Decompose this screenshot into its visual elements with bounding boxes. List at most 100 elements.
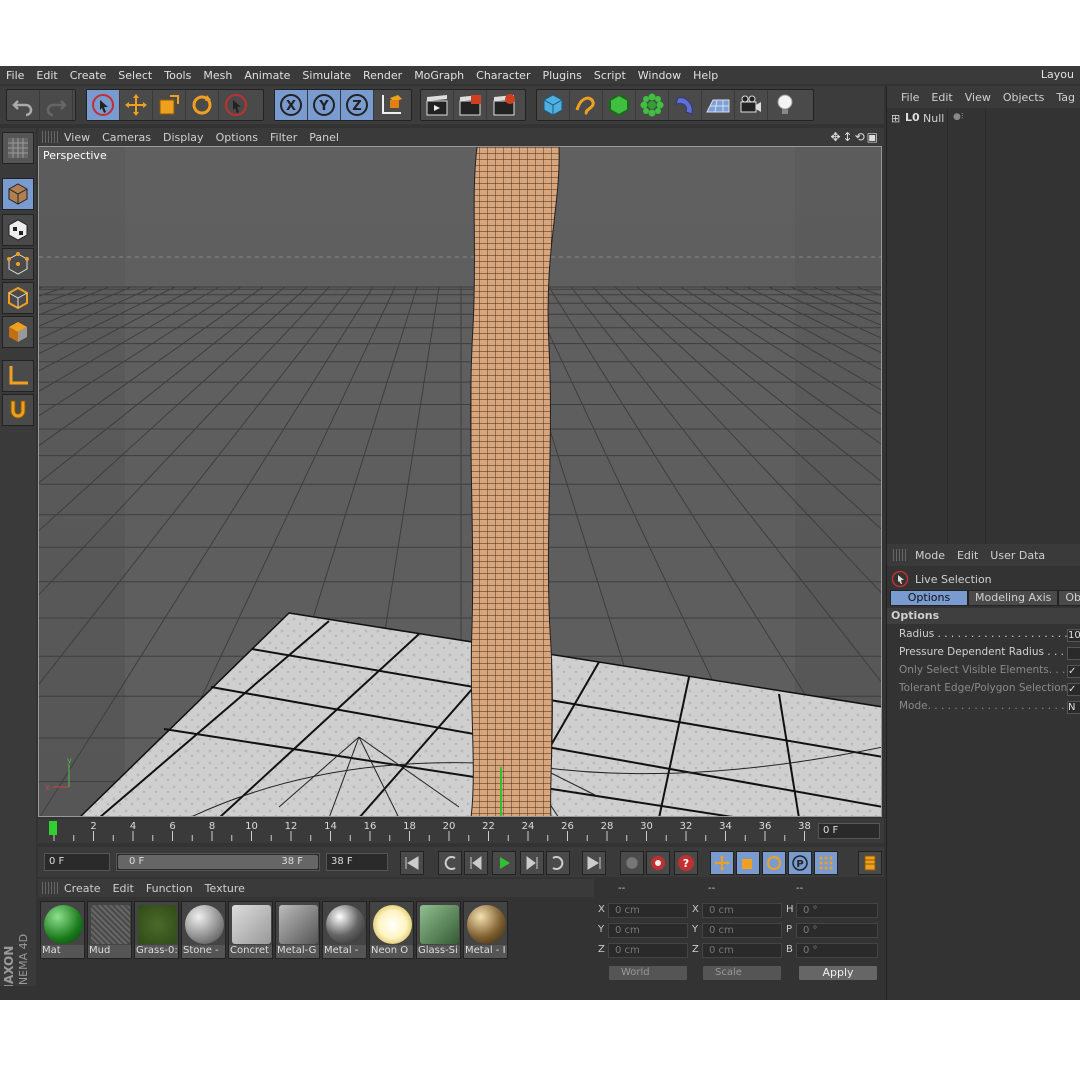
rotation-b-field[interactable]: 0 °	[796, 943, 878, 958]
redo-button[interactable]	[40, 90, 73, 120]
axis-mode-button[interactable]	[2, 360, 34, 392]
nurbs-button[interactable]	[603, 90, 636, 120]
edge-mode-button[interactable]	[2, 282, 34, 314]
menu-script[interactable]: Script	[588, 69, 632, 82]
viewport-menu-options[interactable]: Options	[210, 131, 264, 144]
render-picture-viewer-button[interactable]	[454, 90, 487, 120]
material-swatch[interactable]: Metal - I	[463, 901, 508, 959]
apply-button[interactable]: Apply	[798, 965, 878, 981]
polygon-mode-button[interactable]	[2, 316, 34, 348]
attribute-value[interactable]: ✓	[1067, 665, 1080, 678]
texture-mode-button[interactable]	[2, 214, 34, 246]
x-axis-toggle[interactable]: X	[275, 90, 308, 120]
model-mode-button[interactable]	[2, 178, 34, 210]
light-button[interactable]	[768, 90, 801, 120]
spline-button[interactable]	[570, 90, 603, 120]
tab-options[interactable]: Options	[890, 590, 968, 606]
coordinate-system-toggle[interactable]	[374, 90, 407, 120]
go-to-start-button[interactable]	[400, 851, 424, 875]
material-swatch[interactable]: Mat	[40, 901, 85, 959]
next-frame-button[interactable]	[520, 851, 544, 875]
rotation-p-field[interactable]: 0 °	[796, 923, 878, 938]
move-tool[interactable]	[120, 90, 153, 120]
position-z-field[interactable]: 0 cm	[608, 943, 688, 958]
position-x-field[interactable]: 0 cm	[608, 903, 688, 918]
attribute-menu-user-data[interactable]: User Data	[984, 549, 1051, 562]
timeline-ruler[interactable]: 02468101214161820222426283032343638 0 F	[38, 819, 884, 843]
preview-range-slider[interactable]: 0 F 38 F	[116, 853, 320, 871]
z-axis-toggle[interactable]: Z	[341, 90, 374, 120]
render-settings-button[interactable]	[487, 90, 520, 120]
panel-grip[interactable]	[893, 549, 907, 561]
array-button[interactable]	[636, 90, 669, 120]
panel-grip[interactable]	[42, 131, 58, 143]
record-keys-button[interactable]	[620, 851, 644, 875]
viewport-menu-cameras[interactable]: Cameras	[96, 131, 157, 144]
material-swatch[interactable]: Grass-0:	[134, 901, 179, 959]
object-menu-objects[interactable]: Objects	[997, 91, 1051, 104]
size-x-field[interactable]: 0 cm	[702, 903, 782, 918]
menu-edit[interactable]: Edit	[30, 69, 63, 82]
attribute-value[interactable]: N	[1067, 701, 1080, 714]
menu-character[interactable]: Character	[470, 69, 536, 82]
object-menu-file[interactable]: File	[895, 91, 925, 104]
undo-button[interactable]	[7, 90, 40, 120]
next-key-button[interactable]	[546, 851, 570, 875]
y-axis-toggle[interactable]: Y	[308, 90, 341, 120]
material-swatch[interactable]: Metal-G	[275, 901, 320, 959]
attribute-value[interactable]: 10	[1067, 629, 1080, 642]
object-name[interactable]: Null	[923, 112, 944, 125]
object-menu-view[interactable]: View	[959, 91, 997, 104]
snap-button[interactable]	[2, 394, 34, 426]
key-pla-toggle[interactable]	[814, 851, 838, 875]
key-scale-toggle[interactable]	[736, 851, 760, 875]
expand-icon[interactable]: ⊞	[891, 112, 900, 125]
material-menu-texture[interactable]: Texture	[199, 882, 251, 895]
tab-modeling-axis[interactable]: Modeling Axis	[968, 590, 1059, 606]
material-menu-function[interactable]: Function	[140, 882, 199, 895]
panel-grip[interactable]	[42, 882, 58, 894]
keyframe-help-button[interactable]: ?	[674, 851, 698, 875]
viewport-nav-icons[interactable]: ✥↕⟲▣	[830, 130, 880, 144]
rotate-tool[interactable]	[186, 90, 219, 120]
viewport-perspective[interactable]: y x Perspective	[38, 146, 882, 817]
previous-key-button[interactable]	[438, 851, 462, 875]
visibility-dots-icon[interactable]: ●⁝	[953, 112, 964, 122]
material-menu-edit[interactable]: Edit	[107, 882, 140, 895]
go-to-end-button[interactable]	[582, 851, 606, 875]
menu-create[interactable]: Create	[64, 69, 113, 82]
menu-select[interactable]: Select	[112, 69, 158, 82]
menu-simulate[interactable]: Simulate	[296, 69, 357, 82]
point-mode-button[interactable]	[2, 248, 34, 280]
key-parameter-toggle[interactable]: P	[788, 851, 812, 875]
coordinate-space-dropdown[interactable]: World	[608, 965, 688, 981]
menu-help[interactable]: Help	[687, 69, 724, 82]
object-row-null[interactable]: ⊞ L0 Null ●⁝	[887, 108, 1080, 544]
attribute-value[interactable]	[1067, 647, 1080, 660]
floor-button[interactable]	[702, 90, 735, 120]
material-swatch[interactable]: Concret	[228, 901, 273, 959]
material-swatch[interactable]: Mud	[87, 901, 132, 959]
previous-frame-button[interactable]	[464, 851, 488, 875]
key-rotation-toggle[interactable]	[762, 851, 786, 875]
render-view-button[interactable]	[421, 90, 454, 120]
menu-animate[interactable]: Animate	[238, 69, 296, 82]
current-frame-field[interactable]: 0 F	[818, 823, 880, 839]
key-position-toggle[interactable]	[710, 851, 734, 875]
camera-button[interactable]	[735, 90, 768, 120]
attribute-menu-edit[interactable]: Edit	[951, 549, 984, 562]
make-editable-button[interactable]	[2, 132, 34, 164]
viewport-menu-filter[interactable]: Filter	[264, 131, 303, 144]
end-frame-field[interactable]: 38 F	[326, 853, 388, 871]
menu-mesh[interactable]: Mesh	[197, 69, 238, 82]
cube-object-button[interactable]	[537, 90, 570, 120]
menu-render[interactable]: Render	[357, 69, 408, 82]
menu-tools[interactable]: Tools	[158, 69, 197, 82]
material-swatch[interactable]: Metal -	[322, 901, 367, 959]
recent-tool[interactable]	[219, 90, 252, 120]
menu-file[interactable]: File	[0, 69, 30, 82]
material-swatch[interactable]: Stone -	[181, 901, 226, 959]
object-menu-edit[interactable]: Edit	[925, 91, 958, 104]
tab-object[interactable]: Obje	[1058, 590, 1080, 606]
attribute-value[interactable]: ✓	[1067, 683, 1080, 696]
